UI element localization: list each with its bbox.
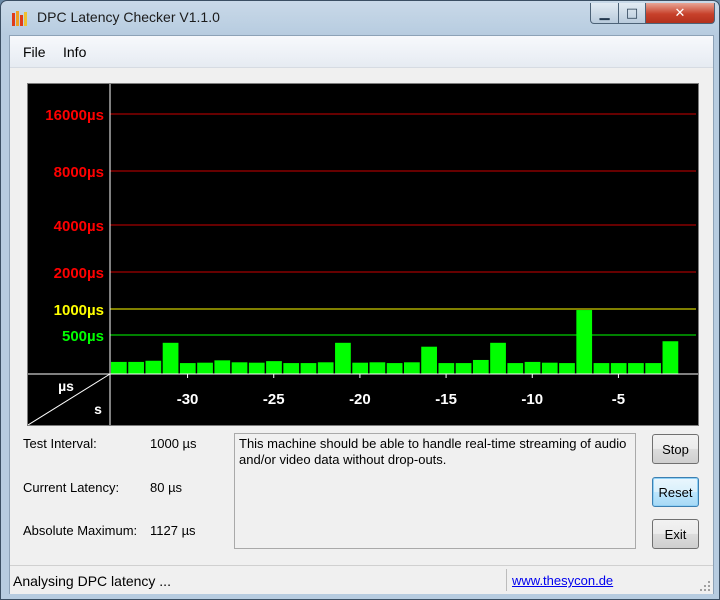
- website-link[interactable]: www.thesycon.de: [512, 573, 613, 588]
- threshold-label-3: 2000µs: [54, 265, 104, 282]
- threshold-label-0: 16000µs: [45, 107, 104, 124]
- x-tick-label-0: -30: [177, 391, 199, 408]
- latency-bar: [559, 363, 575, 374]
- x-tick-label-4: -10: [521, 391, 543, 408]
- threshold-label-4: 1000µs: [54, 302, 104, 319]
- x-unit-label: s: [94, 401, 102, 417]
- latency-bar: [162, 342, 179, 374]
- absolute-maximum-label: Absolute Maximum:: [23, 523, 138, 538]
- menu-info[interactable]: Info: [63, 44, 86, 60]
- latency-bar: [610, 363, 627, 374]
- title-bar[interactable]: DPC Latency Checker V1.1.0 ▁ □ ✕: [1, 1, 719, 35]
- latency-bar: [490, 342, 506, 374]
- latency-bar: [645, 363, 662, 374]
- close-icon: ✕: [674, 5, 686, 21]
- window-title: DPC Latency Checker V1.1.0: [37, 9, 220, 25]
- latency-bar: [248, 362, 265, 374]
- menu-file[interactable]: File: [23, 44, 46, 60]
- threshold-label-1: 8000µs: [54, 164, 104, 181]
- x-tick-label-1: -25: [263, 391, 285, 408]
- close-button[interactable]: ✕: [645, 3, 715, 24]
- latency-bar: [145, 360, 162, 374]
- client-area: File Info 16000µs 8000µs 4000µs 2000µs 1000µ…: [9, 35, 714, 594]
- latency-bar: [300, 363, 317, 374]
- current-latency-label: Current Latency:: [23, 480, 120, 495]
- absolute-maximum-value: 1127 µs: [150, 523, 196, 538]
- threshold-label-2: 4000µs: [54, 218, 104, 235]
- latency-bar: [524, 361, 541, 374]
- status-text: Analysing DPC latency ...: [13, 573, 171, 589]
- latency-bar: [662, 341, 679, 374]
- minimize-icon: ▁: [599, 5, 610, 21]
- latency-bar: [541, 362, 558, 374]
- app-icon: [12, 11, 27, 26]
- latency-bar: [283, 363, 300, 374]
- exit-button[interactable]: Exit: [652, 519, 699, 549]
- latency-bar: [369, 362, 386, 374]
- latency-bar: [214, 360, 231, 374]
- x-tick-label-2: -20: [349, 391, 371, 408]
- test-interval-label: Test Interval:: [23, 436, 97, 451]
- latency-bar: [128, 361, 144, 374]
- app-window: DPC Latency Checker V1.1.0 ▁ □ ✕ File In…: [0, 0, 720, 600]
- maximize-button[interactable]: □: [618, 3, 646, 24]
- latency-bar: [335, 342, 351, 374]
- reset-button[interactable]: Reset: [652, 477, 699, 507]
- latency-graph: 16000µs 8000µs 4000µs 2000µs 1000µs 500µs µs s -…: [27, 83, 699, 426]
- test-interval-value: 1000 µs: [150, 436, 197, 451]
- latency-bar: [628, 363, 644, 374]
- status-message-box: This machine should be able to handle re…: [234, 433, 636, 549]
- latency-bar: [472, 359, 489, 374]
- latency-chart: 16000µs 8000µs 4000µs 2000µs 1000µs 500µs µs s -…: [28, 84, 698, 425]
- latency-bar: [197, 362, 213, 374]
- latency-bar: [404, 362, 420, 374]
- maximize-icon: □: [625, 5, 639, 21]
- latency-bar: [317, 362, 334, 374]
- latency-bar: [507, 363, 524, 374]
- y-unit-label: µs: [58, 378, 74, 394]
- latency-bar: [438, 363, 455, 374]
- status-divider: [506, 569, 507, 591]
- status-message: This machine should be able to handle re…: [239, 436, 627, 467]
- threshold-label-5: 500µs: [62, 328, 104, 345]
- minimize-button[interactable]: ▁: [590, 3, 619, 24]
- latency-bar: [386, 363, 403, 374]
- menu-bar: File Info: [10, 36, 713, 68]
- latency-bar: [179, 363, 196, 374]
- latency-bar: [266, 361, 282, 374]
- resize-grip-icon[interactable]: [699, 580, 711, 592]
- x-tick-label-3: -15: [435, 391, 457, 408]
- x-tick-label-5: -5: [612, 391, 625, 408]
- latency-bar: [593, 363, 610, 374]
- latency-bar: [231, 362, 248, 374]
- latency-bar: [576, 310, 593, 374]
- latency-bar: [111, 361, 127, 374]
- stop-button[interactable]: Stop: [652, 434, 699, 464]
- latency-bar: [455, 363, 472, 374]
- latency-bar: [352, 362, 369, 374]
- status-bar: Analysing DPC latency ... www.thesycon.d…: [10, 565, 713, 594]
- latency-bar: [421, 346, 437, 374]
- current-latency-value: 80 µs: [150, 480, 183, 495]
